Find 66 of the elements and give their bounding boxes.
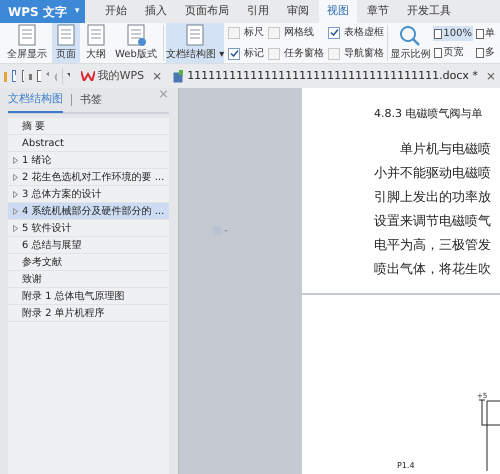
page-marker-icon[interactable]: [213, 226, 229, 235]
ribbon-tab[interactable]: 插入: [137, 0, 175, 23]
paragraph-line: 喷出气体，将花生吹: [374, 260, 491, 278]
expand-icon[interactable]: [12, 174, 18, 180]
paragraph-line: 小并不能驱动电磁喷: [374, 164, 491, 182]
checkbox-label: 网格线: [284, 26, 314, 40]
outline-item[interactable]: 摘 要: [8, 118, 169, 135]
outline-item[interactable]: 4 系统机械部分及硬件部分的 ...: [8, 203, 169, 220]
checkbox[interactable]: [228, 48, 240, 60]
outline-item[interactable]: 5 软件设计: [8, 220, 169, 237]
panel-tab[interactable]: 书签: [80, 87, 102, 113]
page-icon: [184, 23, 206, 47]
ribbon-tab[interactable]: 视图: [319, 0, 357, 23]
search-icon: [399, 24, 422, 46]
ribbon-tab[interactable]: 开发工具: [399, 0, 459, 23]
paragraph-line: 电平为高，三极管发: [374, 236, 491, 254]
outline-item[interactable]: 2 花生色选机对工作环境的要 ...: [8, 169, 169, 186]
checkmark-icon: [330, 28, 339, 37]
document-tab[interactable]: 111111111111111111111111111111111111.docx *: [171, 68, 480, 84]
outline-item[interactable]: 参考文献: [8, 254, 169, 271]
paragraph-line: 引脚上发出的功率放: [374, 188, 491, 206]
app-menu-button[interactable]: WPS 文字 ▾: [0, 0, 85, 23]
document-heading: 4.8.3 电磁喷气阀与单: [374, 106, 482, 122]
checkbox[interactable]: [328, 48, 340, 60]
paragraph-line: 设置来调节电磁喷气: [374, 212, 491, 230]
checkbox-label: 表格虚框: [344, 26, 384, 40]
outline-item[interactable]: 1 绪论: [8, 152, 169, 169]
zoom-button[interactable]: 显示比例: [390, 24, 430, 62]
w-logo-icon: [80, 71, 95, 81]
zoom-option[interactable]: 多: [475, 45, 496, 60]
circuit-label: P1.4: [397, 460, 415, 472]
paragraph-line: 单片机与电磁喷: [399, 140, 491, 158]
checkbox[interactable]: [328, 26, 340, 38]
ribbon-tab[interactable]: 引用: [239, 0, 277, 23]
outline-item[interactable]: 附录 1 总体电气原理图: [8, 288, 169, 305]
expand-icon[interactable]: [12, 208, 18, 214]
checkbox-label: 标尺: [244, 26, 264, 40]
view-button[interactable]: Web版式: [112, 23, 160, 63]
open-folder-icon[interactable]: [4, 70, 8, 82]
outline-item[interactable]: Abstract: [8, 135, 169, 152]
checkbox[interactable]: [268, 26, 280, 38]
view-button[interactable]: 页面: [52, 23, 80, 63]
checkbox-label: 任务窗格: [284, 46, 324, 61]
expand-icon[interactable]: [12, 224, 18, 232]
ribbon-tab[interactable]: 开始: [97, 0, 135, 23]
checkbox[interactable]: [228, 26, 240, 38]
outline-item[interactable]: 附录 2 单片机程序: [8, 305, 169, 322]
document-tab[interactable]: 我的WPS: [78, 68, 146, 84]
ribbon-tab[interactable]: 章节: [359, 0, 397, 23]
view-button[interactable]: 大纲: [82, 23, 110, 63]
zoom-option[interactable]: 单: [475, 26, 496, 41]
outline-view-icon: [55, 23, 77, 47]
checkmark-icon: [230, 49, 239, 58]
ribbon-tab[interactable]: 页面布局: [177, 0, 237, 23]
checkbox-label: 标记: [244, 46, 264, 61]
expand-icon[interactable]: [12, 190, 18, 198]
outline-item[interactable]: 致谢: [8, 271, 169, 288]
ribbon-tab[interactable]: 审阅: [279, 0, 317, 23]
checkbox[interactable]: [268, 48, 280, 60]
expand-icon[interactable]: [12, 156, 18, 164]
zoom-option[interactable]: 页宽: [433, 45, 473, 60]
outline-item[interactable]: 6 总结与展望: [8, 237, 169, 254]
document-map-button[interactable]: 文档结构图 ▾: [166, 23, 224, 63]
checkbox-label: 导航窗格: [344, 46, 384, 61]
zoom-option[interactable]: 100%: [433, 26, 473, 41]
view-button[interactable]: 全屏显示: [4, 23, 50, 63]
